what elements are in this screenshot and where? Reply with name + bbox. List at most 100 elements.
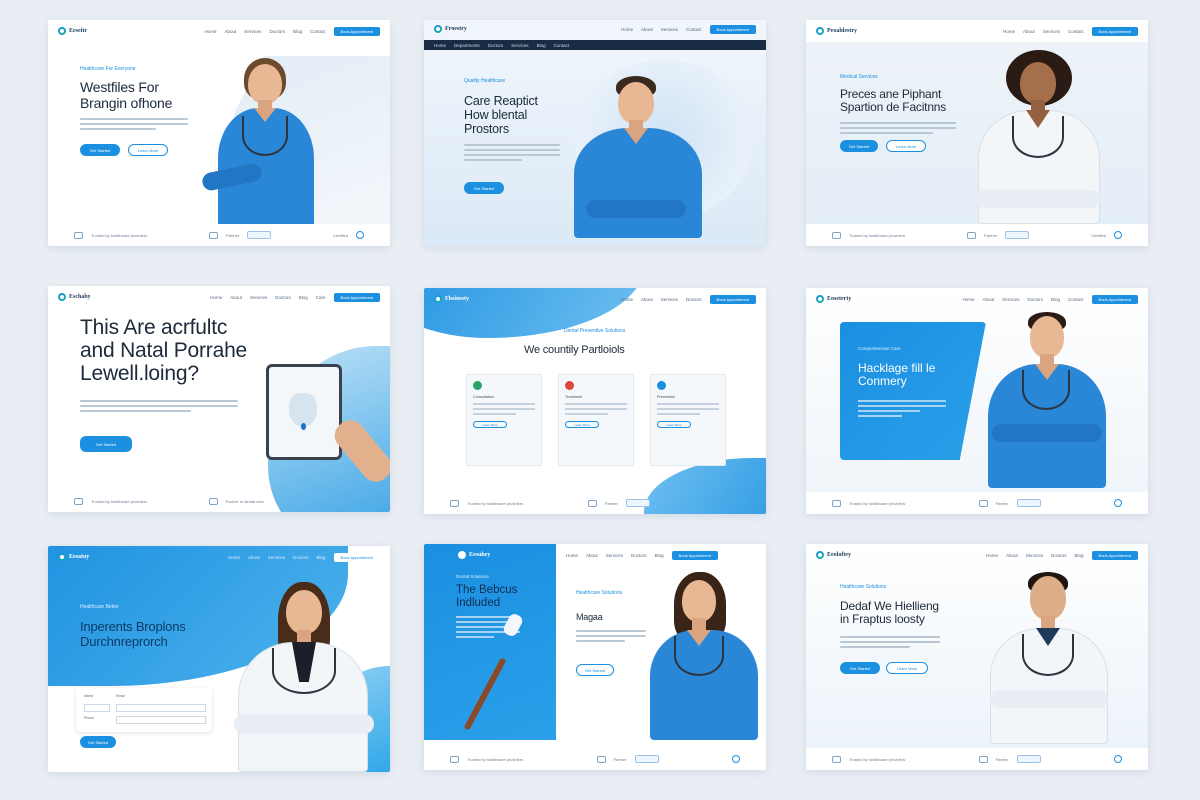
get-started-button[interactable]: Get Started bbox=[576, 664, 614, 676]
phone-input[interactable] bbox=[116, 716, 206, 724]
eyebrow-text: Quality Healthcare bbox=[464, 78, 506, 84]
template-card-7[interactable]: Eesatuy Home About Services Doctors Blog… bbox=[48, 546, 390, 772]
get-started-button[interactable]: Get Started bbox=[840, 662, 880, 674]
template-card-6[interactable]: Eoseterty Home About Services Doctors Bl… bbox=[806, 288, 1148, 514]
nav-link-about[interactable]: About bbox=[982, 297, 994, 302]
nav-link-doctors[interactable]: Doctors bbox=[1027, 297, 1043, 302]
nav-link-about[interactable]: About bbox=[1006, 553, 1018, 558]
nav-link-contact[interactable]: Contact bbox=[1068, 297, 1084, 302]
nav-link-doctors[interactable]: Doctors bbox=[1051, 553, 1067, 558]
nav-link-services[interactable]: Services bbox=[244, 29, 261, 34]
get-started-button[interactable]: Get Started bbox=[80, 144, 120, 156]
logo[interactable]: Eesuhey bbox=[458, 551, 490, 559]
nav-link-about[interactable]: About bbox=[641, 27, 653, 32]
nav-link-home[interactable]: Home bbox=[210, 295, 222, 300]
book-appointment-button[interactable]: Book Appointment bbox=[1091, 26, 1138, 36]
template-card-5[interactable]: Fhsioesty Home About Services Doctors Bo… bbox=[424, 288, 766, 514]
nav-link-blog[interactable]: Blog bbox=[1075, 553, 1084, 558]
nav-link-doctors[interactable]: Doctors bbox=[631, 553, 647, 558]
book-appointment-button[interactable]: Book Appointment bbox=[333, 26, 380, 36]
learn-more-button[interactable]: Learn More bbox=[473, 421, 507, 428]
template-card-2[interactable]: Froestry Home About Services Contact Boo… bbox=[424, 20, 766, 246]
nav-link-home[interactable]: Home bbox=[621, 27, 633, 32]
book-appointment-button[interactable]: Book Appointment bbox=[671, 550, 719, 560]
book-appointment-button[interactable]: Book Appointment bbox=[709, 294, 756, 304]
logo[interactable]: Eschaby bbox=[58, 293, 91, 301]
nav-link-services[interactable]: Services bbox=[661, 27, 678, 32]
logo[interactable]: Eesatuy bbox=[58, 553, 89, 561]
feature-card-consultation[interactable]: Consultation Learn More bbox=[466, 374, 542, 466]
nav-link-blog[interactable]: Blog bbox=[293, 29, 302, 34]
nav-link-doctors[interactable]: Doctors bbox=[686, 297, 702, 302]
nav-link-blog[interactable]: Blog bbox=[1051, 297, 1060, 302]
nav-link-contact[interactable]: Contact bbox=[686, 27, 702, 32]
learn-more-button[interactable]: Learn More bbox=[657, 421, 691, 428]
footer-partner-text: Partner in dental care bbox=[225, 498, 264, 504]
subnav-link-departments[interactable]: Departments bbox=[454, 43, 480, 48]
book-appointment-button[interactable]: Book Appointment bbox=[333, 292, 380, 302]
nav-link-home[interactable]: Home bbox=[962, 297, 974, 302]
logo[interactable]: Eoseterty bbox=[816, 295, 851, 303]
template-card-9[interactable]: Eeoloftey Home About Services Doctors Bl… bbox=[806, 544, 1148, 770]
nav-link-about[interactable]: About bbox=[641, 297, 653, 302]
feature-card-treatment[interactable]: Treatment Learn More bbox=[558, 374, 634, 466]
nav-link-about[interactable]: About bbox=[1023, 29, 1035, 34]
logo[interactable]: Fhsioesty bbox=[434, 295, 469, 303]
book-appointment-button[interactable]: Book Appointment bbox=[709, 24, 756, 34]
template-card-1[interactable]: Eeseitr Home About Services Doctors Blog… bbox=[48, 20, 390, 246]
nav-link-blog[interactable]: Blog bbox=[317, 555, 326, 560]
feature-card-prevention[interactable]: Prevention Learn More bbox=[650, 374, 726, 466]
nav-link-home[interactable]: Home bbox=[228, 555, 240, 560]
subnav-link-doctors[interactable]: Doctors bbox=[488, 43, 504, 48]
logo[interactable]: Froestry bbox=[434, 25, 467, 33]
logo[interactable]: Eeseitr bbox=[58, 27, 87, 35]
learn-more-button[interactable]: Learn More bbox=[565, 421, 599, 428]
subnav-link-home[interactable]: Home bbox=[434, 43, 446, 48]
book-appointment-button[interactable]: Book Appointment bbox=[1091, 294, 1138, 304]
nav-link-home[interactable]: Home bbox=[1003, 29, 1015, 34]
logo[interactable]: Eeoloftey bbox=[816, 551, 851, 559]
name-input[interactable] bbox=[84, 704, 110, 712]
nav-link-home[interactable]: Home bbox=[204, 29, 216, 34]
nav-link-home[interactable]: Home bbox=[566, 553, 578, 558]
nav-link-about[interactable]: About bbox=[224, 29, 236, 34]
learn-more-button[interactable]: Learn More bbox=[886, 662, 928, 674]
subnav-link-contact[interactable]: Contact bbox=[554, 43, 570, 48]
nav-link-services[interactable]: Services bbox=[661, 297, 678, 302]
nav-link-services[interactable]: Services bbox=[250, 295, 267, 300]
subnav-link-blog[interactable]: Blog bbox=[537, 43, 546, 48]
badge-icon bbox=[1016, 755, 1041, 763]
nav-link-doctors[interactable]: Doctors bbox=[275, 295, 291, 300]
get-started-button[interactable]: Get Started bbox=[80, 736, 116, 748]
nav-link-blog[interactable]: Blog bbox=[655, 553, 664, 558]
subnav-link-services[interactable]: Services bbox=[511, 43, 528, 48]
nav-link-services[interactable]: Services bbox=[268, 555, 285, 560]
logo[interactable]: Peoaldestry bbox=[816, 27, 857, 35]
nav-link-care[interactable]: Care bbox=[316, 295, 326, 300]
nav-link-blog[interactable]: Blog bbox=[299, 295, 308, 300]
nav-link-about[interactable]: About bbox=[586, 553, 598, 558]
nav-link-contact[interactable]: Contact bbox=[1068, 29, 1084, 34]
learn-more-button[interactable]: Learn More bbox=[128, 144, 168, 156]
nav-link-contact[interactable]: Contact bbox=[310, 29, 326, 34]
book-appointment-button[interactable]: Book Appointment bbox=[333, 552, 380, 562]
nav-link-services[interactable]: Services bbox=[1043, 29, 1060, 34]
nav-link-services[interactable]: Services bbox=[606, 553, 623, 558]
book-appointment-button[interactable]: Book Appointment bbox=[1091, 550, 1138, 560]
nav-link-services[interactable]: Services bbox=[1002, 297, 1019, 302]
nav-link-doctors[interactable]: Doctors bbox=[293, 555, 309, 560]
get-started-button[interactable]: Get Started bbox=[80, 436, 132, 452]
nav-link-home[interactable]: Home bbox=[621, 297, 633, 302]
nav-link-about[interactable]: About bbox=[230, 295, 242, 300]
template-card-3[interactable]: Peoaldestry Home About Services Contact … bbox=[806, 20, 1148, 246]
nav-link-doctors[interactable]: Doctors bbox=[269, 29, 285, 34]
template-card-4[interactable]: Eschaby Home About Services Doctors Blog… bbox=[48, 286, 390, 512]
nav-link-about[interactable]: About bbox=[248, 555, 260, 560]
nav-link-services[interactable]: Services bbox=[1026, 553, 1043, 558]
learn-more-button[interactable]: Learn More bbox=[886, 140, 926, 152]
email-input[interactable] bbox=[116, 704, 206, 712]
template-card-8[interactable]: Dental Solutions The Bebcus Indluded Hom… bbox=[424, 544, 766, 770]
nav-link-home[interactable]: Home bbox=[986, 553, 998, 558]
get-started-button[interactable]: Get Started bbox=[464, 182, 504, 194]
get-started-button[interactable]: Get Started bbox=[840, 140, 878, 152]
